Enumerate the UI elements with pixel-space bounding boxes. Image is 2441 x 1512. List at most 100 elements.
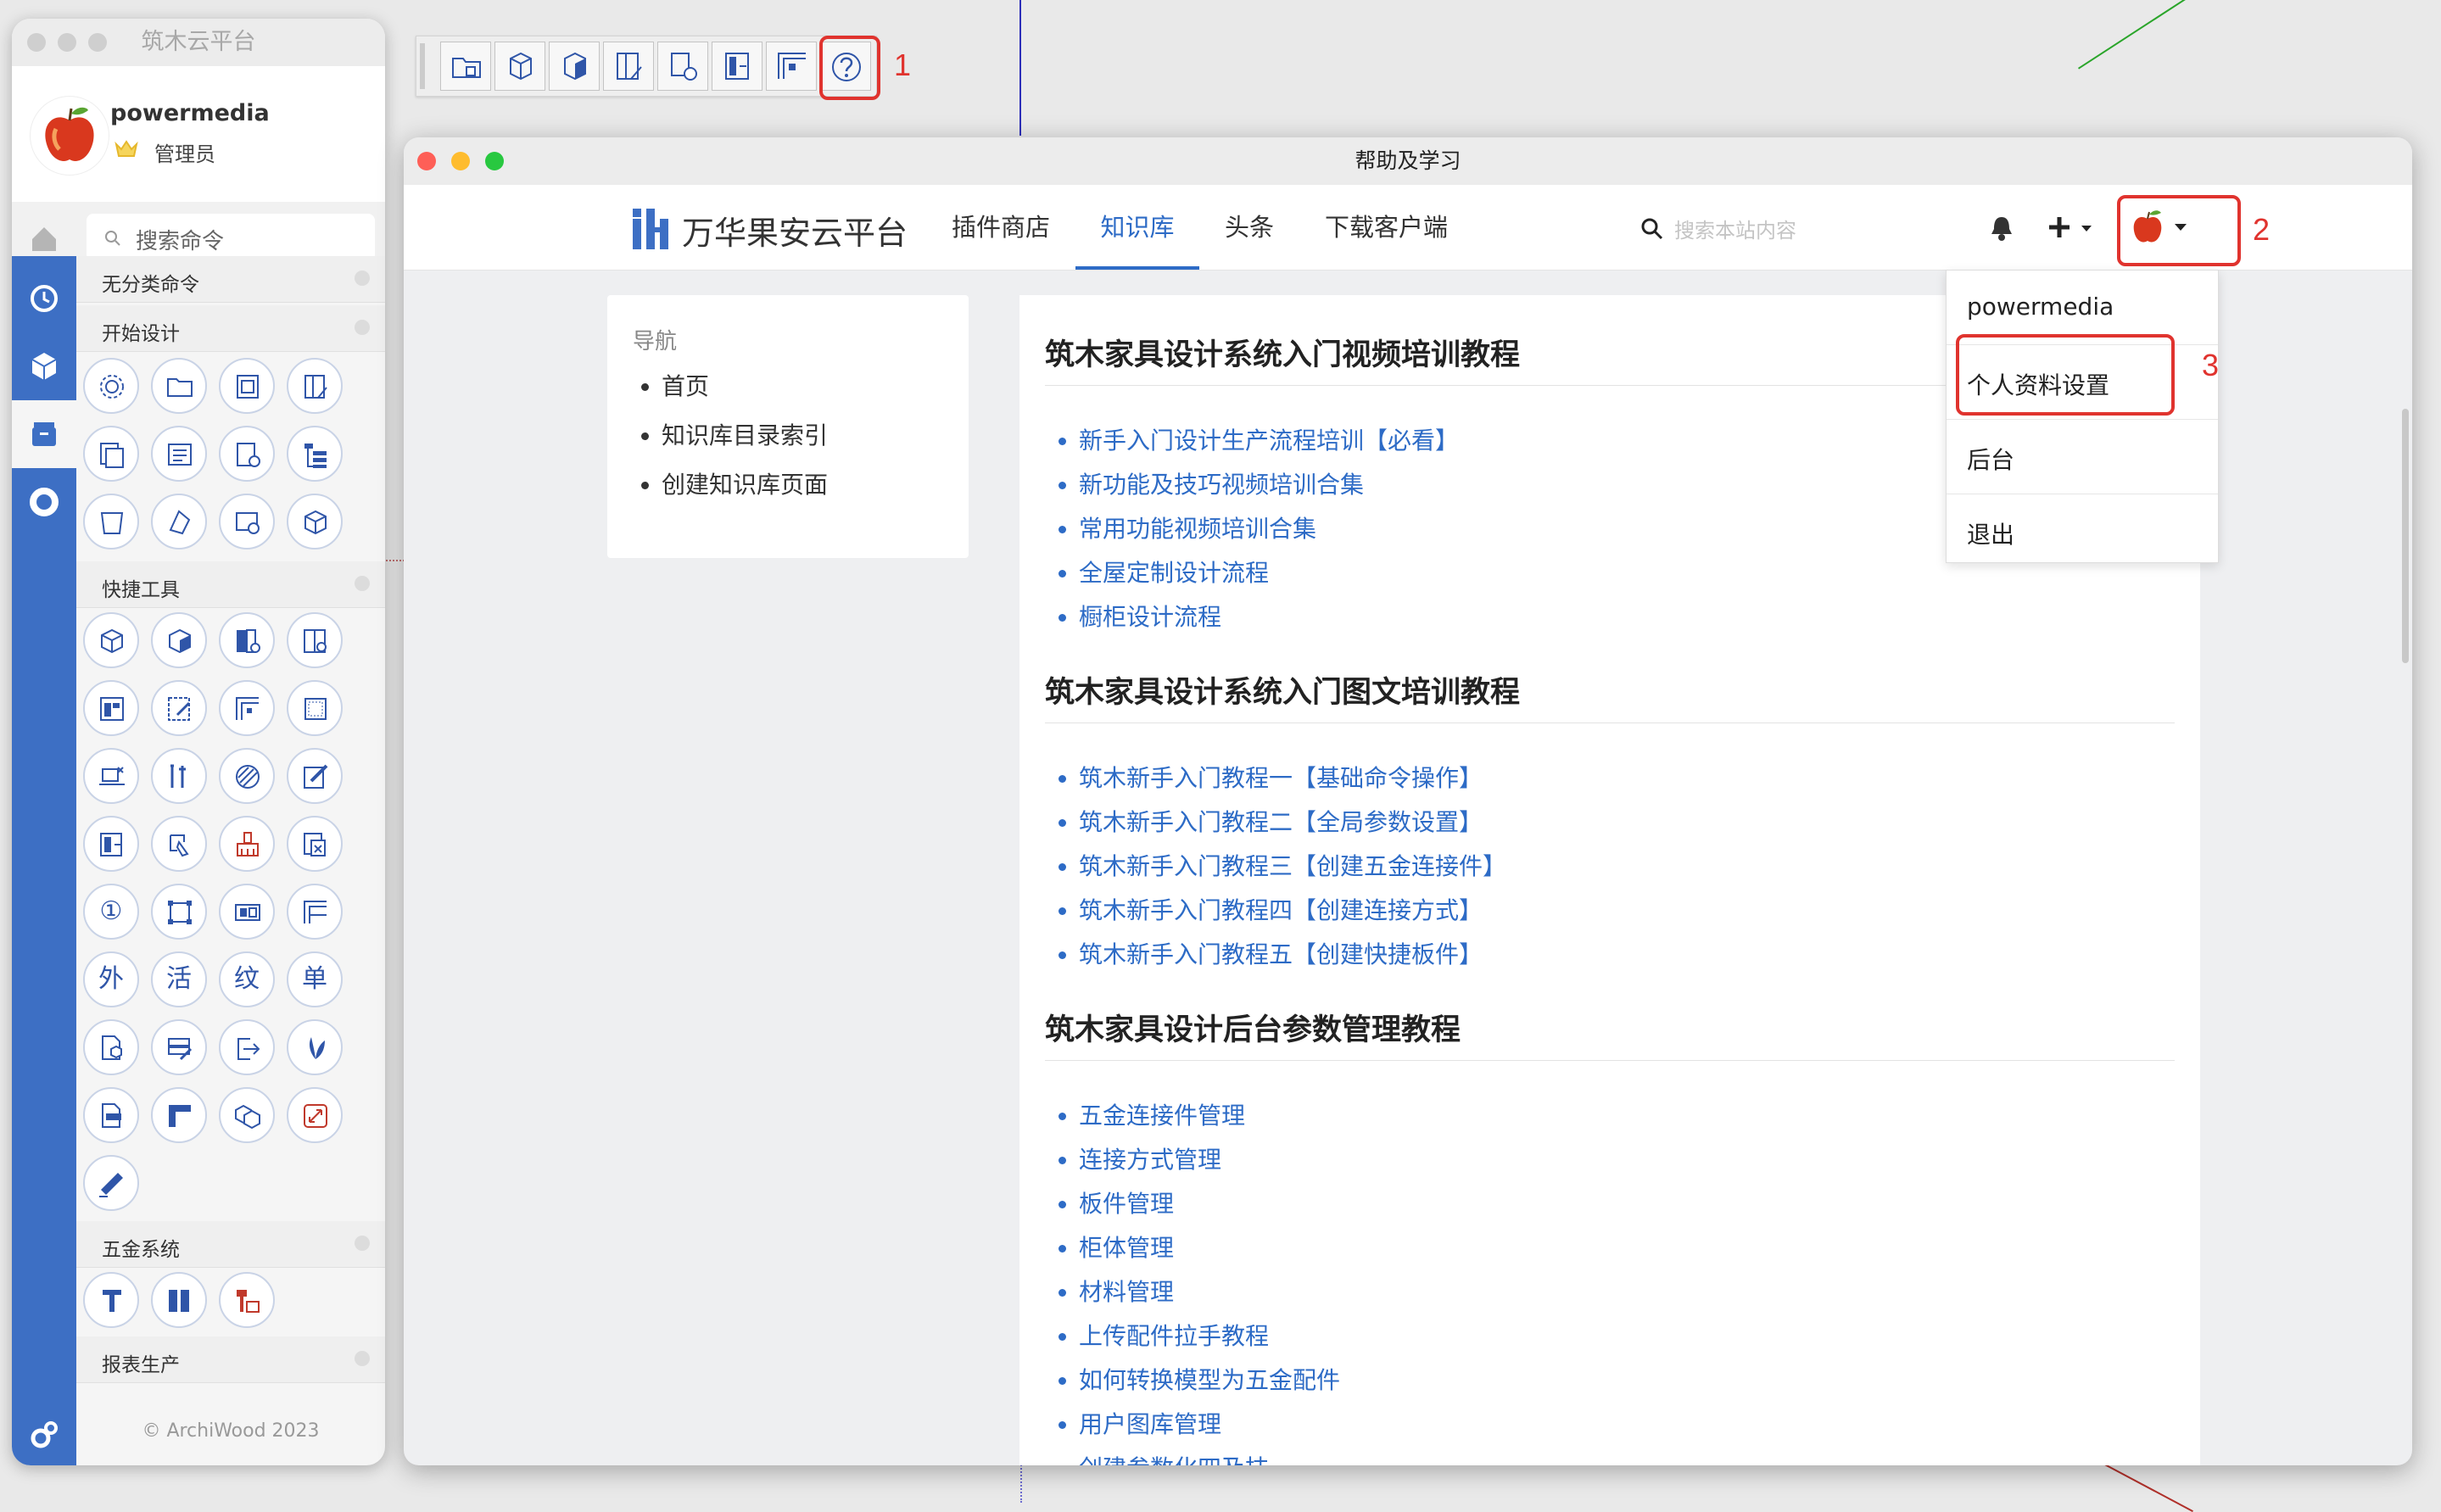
nav-download-client[interactable]: 下载客户端: [1325, 185, 1448, 270]
tutorial-link[interactable]: 筑木新手入门教程二【全局参数设置】: [1079, 801, 1506, 845]
tool-copy[interactable]: [83, 426, 139, 482]
left-panel-titlebar[interactable]: 筑木云平台: [12, 19, 385, 66]
tool-q17[interactable]: ①: [83, 884, 139, 940]
tool-q22[interactable]: 活: [151, 951, 207, 1007]
tool-cup[interactable]: [83, 494, 139, 550]
toolbar-cube-button[interactable]: [494, 42, 545, 91]
tool-list[interactable]: [151, 426, 207, 482]
site-search-input[interactable]: 搜索本站内容: [1674, 214, 1796, 243]
tool-q5[interactable]: [83, 680, 139, 736]
tool-q16[interactable]: [287, 816, 343, 872]
tool-q13[interactable]: [83, 816, 139, 872]
toolbar-grip[interactable]: [420, 43, 425, 89]
nav-knowledge-base[interactable]: 知识库: [1075, 185, 1199, 270]
tool-q26[interactable]: [151, 1019, 207, 1075]
command-search-input[interactable]: 搜索命令: [87, 214, 375, 261]
tutorial-link[interactable]: 用户图库管理: [1079, 1403, 1340, 1447]
tutorial-link[interactable]: 柜体管理: [1079, 1226, 1340, 1270]
dropdown-admin[interactable]: 后台: [1947, 420, 2218, 494]
section-start-design[interactable]: 开始设计: [76, 305, 385, 352]
tutorial-link[interactable]: 上传配件拉手教程: [1079, 1314, 1340, 1359]
tool-q32[interactable]: [287, 1087, 343, 1143]
tool-q28[interactable]: [287, 1019, 343, 1075]
avatar[interactable]: [31, 97, 109, 175]
tool-q18[interactable]: [151, 884, 207, 940]
tool-q31[interactable]: [219, 1087, 275, 1143]
tool-shape[interactable]: [151, 494, 207, 550]
tool-q9[interactable]: [83, 748, 139, 804]
tutorial-link[interactable]: 新功能及技巧视频培训合集: [1079, 463, 1459, 507]
toolbar-panel-button[interactable]: [603, 42, 654, 91]
tool-q20[interactable]: [287, 884, 343, 940]
logo-icon[interactable]: [631, 207, 672, 251]
tool-q7[interactable]: [219, 680, 275, 736]
section-uncategorized[interactable]: 无分类命令: [76, 256, 385, 303]
tutorial-link[interactable]: 全屋定制设计流程: [1079, 551, 1459, 595]
tool-q30[interactable]: [151, 1087, 207, 1143]
tool-q6[interactable]: [151, 680, 207, 736]
nav-link-create-page[interactable]: 创建知识库页面: [662, 466, 828, 500]
tutorial-link[interactable]: 常用功能视频培训合集: [1079, 507, 1459, 551]
section-quick-tools[interactable]: 快捷工具: [76, 561, 385, 608]
tool-panel[interactable]: [287, 358, 343, 414]
sidebar-item-settings[interactable]: [12, 1409, 76, 1465]
tutorial-link[interactable]: 连接方式管理: [1079, 1138, 1340, 1182]
sidebar-item-library[interactable]: [12, 400, 76, 468]
section-report[interactable]: 报表生产: [76, 1336, 385, 1383]
tool-q24[interactable]: 单: [287, 951, 343, 1007]
tutorial-link[interactable]: 板件管理: [1079, 1182, 1340, 1226]
bell-icon[interactable]: [1988, 214, 2015, 243]
tool-h2[interactable]: [151, 1272, 207, 1328]
dropdown-logout[interactable]: 退出: [1947, 494, 2218, 569]
nav-headlines[interactable]: 头条: [1225, 185, 1274, 270]
section-hardware[interactable]: 五金系统: [76, 1221, 385, 1268]
tool-open-folder[interactable]: [151, 358, 207, 414]
tutorial-link[interactable]: 筑木新手入门教程一【基础命令操作】: [1079, 756, 1506, 801]
tool-tree[interactable]: [287, 426, 343, 482]
nav-plugin-store[interactable]: 插件商店: [952, 185, 1050, 270]
toolbar-corner-button[interactable]: [766, 42, 817, 91]
tool-q21[interactable]: 外: [83, 951, 139, 1007]
tool-h3[interactable]: [219, 1272, 275, 1328]
tool-q11[interactable]: [219, 748, 275, 804]
help-window-titlebar[interactable]: 帮助及学习: [404, 137, 2412, 186]
nav-link-home[interactable]: 首页: [662, 368, 828, 402]
tutorial-link[interactable]: 橱柜设计流程: [1079, 595, 1459, 639]
tool-q15[interactable]: [219, 816, 275, 872]
tool-q19[interactable]: [219, 884, 275, 940]
tool-q10[interactable]: [151, 748, 207, 804]
add-menu-icon[interactable]: [2047, 214, 2095, 243]
scrollbar[interactable]: [2402, 409, 2409, 663]
tool-q14[interactable]: [151, 816, 207, 872]
toolbar-cube-solid-button[interactable]: [549, 42, 600, 91]
tutorial-link[interactable]: 筑木新手入门教程五【创建快捷板件】: [1079, 933, 1506, 977]
tool-box3d[interactable]: [287, 494, 343, 550]
search-icon[interactable]: [1640, 217, 1664, 241]
toolbar-copy-button[interactable]: [657, 42, 708, 91]
tool-param[interactable]: [219, 426, 275, 482]
tutorial-link[interactable]: 筑木新手入门教程四【创建连接方式】: [1079, 889, 1506, 933]
tool-form[interactable]: [219, 358, 275, 414]
tool-q3[interactable]: [219, 612, 275, 668]
tool-q12[interactable]: [287, 748, 343, 804]
tool-q33[interactable]: [83, 1155, 139, 1211]
tutorial-link[interactable]: 五金连接件管理: [1079, 1094, 1340, 1138]
nav-link-index[interactable]: 知识库目录索引: [662, 417, 828, 451]
toolbar-folder-button[interactable]: [440, 42, 491, 91]
tool-settings[interactable]: [83, 358, 139, 414]
tool-q27[interactable]: [219, 1019, 275, 1075]
sidebar-item-ring[interactable]: [12, 468, 76, 536]
tool-q29[interactable]: [83, 1087, 139, 1143]
tool-q8[interactable]: [287, 680, 343, 736]
toolbar-door-button[interactable]: [712, 42, 762, 91]
tool-q23[interactable]: 纹: [219, 951, 275, 1007]
tutorial-link[interactable]: 筑木新手入门教程三【创建五金连接件】: [1079, 845, 1506, 889]
tool-q1[interactable]: [83, 612, 139, 668]
tool-q25[interactable]: [83, 1019, 139, 1075]
tutorial-link[interactable]: 如何转换模型为五金配件: [1079, 1359, 1340, 1403]
tutorial-link[interactable]: 新手入门设计生产流程培训【必看】: [1079, 419, 1459, 463]
tool-gallery[interactable]: [219, 494, 275, 550]
tool-h1[interactable]: [83, 1272, 139, 1328]
tutorial-link[interactable]: 创建参数化四及技: [1079, 1447, 1340, 1465]
tool-q2[interactable]: [151, 612, 207, 668]
